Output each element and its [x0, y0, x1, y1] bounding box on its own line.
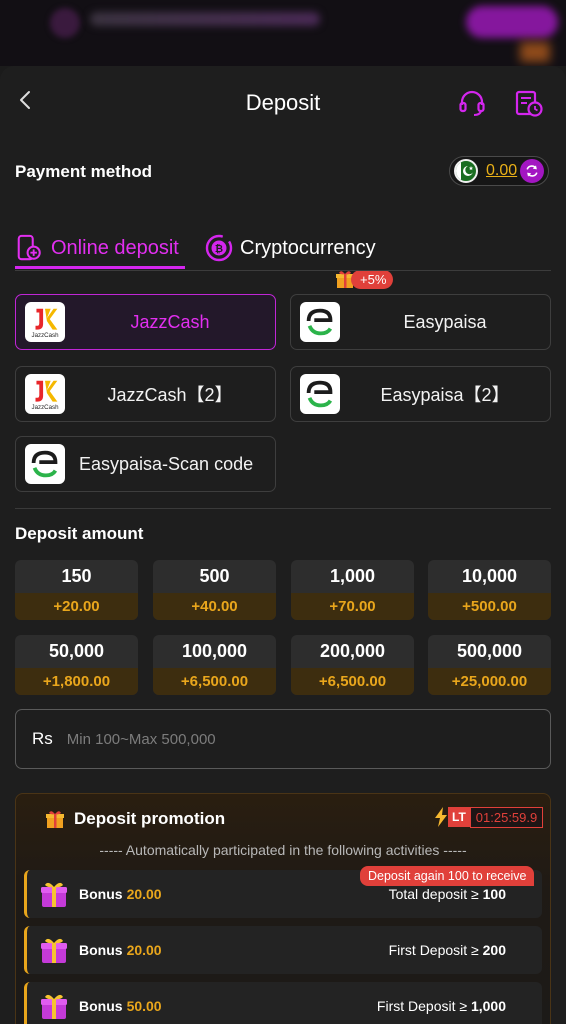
amount-option[interactable]: 50,000 +1,800.00 — [15, 635, 138, 695]
svg-text:JazzCash: JazzCash — [31, 404, 59, 411]
amount-option[interactable]: 150 +20.00 — [15, 560, 138, 620]
amount-option[interactable]: 500,000 +25,000.00 — [428, 635, 551, 695]
crypto-coin-icon: ₿ — [205, 234, 233, 262]
deposit-sheet: Deposit Payment method 0.00 +5% Online d… — [0, 66, 566, 1024]
method-easypaisa-2[interactable]: Easypaisa【2】 — [290, 366, 551, 422]
tab-online-deposit-label: Online deposit — [51, 236, 179, 259]
bonus-value: 20.00 — [126, 886, 162, 902]
gift-icon — [46, 811, 64, 828]
tabs-divider — [15, 270, 551, 271]
amount-value: 150 — [61, 566, 92, 586]
bonus-row: Bonus 20.00 First Deposit ≥ 200 — [24, 926, 542, 974]
amount-bonus: +6,500.00 — [153, 668, 276, 695]
gift-box-icon — [41, 938, 67, 963]
method-jazzcash-label: JazzCash — [130, 311, 210, 332]
gift-box-icon — [41, 882, 67, 907]
amount-bonus: +6,500.00 — [291, 668, 414, 695]
header: Deposit — [0, 66, 566, 140]
balance-amount: 0.00 — [486, 162, 518, 179]
easypaisa-logo — [25, 444, 65, 484]
lt-label: LT — [448, 807, 470, 827]
method-jazzcash-2-label: JazzCash【2】 — [107, 385, 233, 405]
promotion-title-text: Deposit promotion — [74, 809, 226, 828]
method-easypaisa-label: Easypaisa — [403, 311, 487, 332]
method-easypaisa-2-label: Easypaisa【2】 — [380, 385, 510, 405]
bonus-label: Bonus — [79, 886, 123, 902]
method-easypaisa-scan-code[interactable]: Easypaisa-Scan code — [15, 436, 276, 492]
bonus-label: Bonus — [79, 998, 123, 1014]
amount-option[interactable]: 1,000 +70.00 — [291, 560, 414, 620]
promotion-title: Deposit promotion — [44, 808, 225, 830]
amount-value: 10,000 — [461, 566, 518, 586]
amount-option[interactable]: 100,000 +6,500.00 — [153, 635, 276, 695]
headset-icon[interactable] — [457, 88, 487, 118]
bonus-condition: First Deposit ≥ 200 — [388, 942, 506, 958]
method-jazzcash-2[interactable]: JazzCash JazzCash【2】 — [15, 366, 276, 422]
section-divider — [15, 508, 551, 509]
payment-method-label: Payment method — [15, 162, 152, 181]
bonus-value: 20.00 — [126, 942, 162, 958]
amount-value: 100,000 — [181, 641, 248, 661]
amount-bonus: +500.00 — [428, 593, 551, 620]
limited-time-timer: LT 01:25:59.9 — [434, 806, 544, 828]
svg-text:₿: ₿ — [215, 243, 223, 255]
jazzcash-logo: JazzCash — [25, 302, 65, 342]
amount-bonus: +25,000.00 — [428, 668, 551, 695]
amount-input[interactable] — [66, 730, 467, 748]
amount-value: 500,000 — [456, 641, 523, 661]
deposit-again-tip: Deposit again 100 to receive — [360, 866, 535, 886]
gift-box-icon — [41, 994, 67, 1019]
auto-participate-text: ----- Automatically participated in the … — [99, 842, 467, 858]
amount-bonus: +40.00 — [153, 593, 276, 620]
jazzcash-logo: JazzCash — [25, 374, 65, 414]
deposit-amount-label: Deposit amount — [15, 524, 144, 543]
tab-cryptocurrency[interactable]: ₿ Cryptocurrency — [204, 226, 376, 270]
refresh-icon[interactable] — [520, 159, 544, 183]
amount-bonus: +70.00 — [291, 593, 414, 620]
easypaisa-logo — [300, 302, 340, 342]
tab-online-deposit[interactable]: Online deposit — [15, 226, 179, 270]
svg-text:JazzCash: JazzCash — [31, 332, 59, 339]
method-jazzcash[interactable]: JazzCash JazzCash — [15, 294, 276, 350]
bonus-value: 50.00 — [126, 998, 162, 1014]
active-tab-indicator — [15, 266, 185, 269]
countdown-timer: 01:25:59.9 — [469, 806, 544, 828]
history-icon[interactable] — [514, 88, 544, 118]
phone-deposit-icon — [17, 234, 41, 261]
amount-input-field[interactable]: Rs — [15, 709, 551, 769]
deposit-promotion-panel: Deposit promotion LT 01:25:59.9 ----- Au… — [15, 793, 551, 1024]
amount-value: 500 — [199, 566, 230, 586]
tab-cryptocurrency-label: Cryptocurrency — [240, 236, 376, 259]
crypto-bonus-percent: +5% — [351, 269, 394, 289]
amount-value: 1,000 — [329, 566, 376, 586]
amount-bonus: +20.00 — [15, 593, 138, 620]
background-page-strip — [0, 0, 566, 66]
bonus-condition: Total deposit ≥ 100 — [388, 886, 506, 902]
currency-label: Rs — [32, 729, 53, 748]
easypaisa-logo — [300, 374, 340, 414]
lightning-icon — [435, 807, 447, 827]
bonus-condition: First Deposit ≥ 1,000 — [376, 998, 506, 1014]
balance-pill: 0.00 — [449, 156, 549, 186]
bonus-label: Bonus — [79, 942, 123, 958]
method-easypaisa[interactable]: Easypaisa — [290, 294, 551, 350]
deposit-tabs: Online deposit ₿ Cryptocurrency — [0, 216, 566, 272]
amount-option[interactable]: 500 +40.00 — [153, 560, 276, 620]
pakistan-flag-icon — [454, 159, 478, 183]
amount-value: 200,000 — [319, 641, 386, 661]
amount-bonus: +1,800.00 — [15, 668, 138, 695]
amount-option[interactable]: 10,000 +500.00 — [428, 560, 551, 620]
amount-value: 50,000 — [48, 641, 105, 661]
amount-option[interactable]: 200,000 +6,500.00 — [291, 635, 414, 695]
bonus-row: Bonus 50.00 First Deposit ≥ 1,000 — [24, 982, 542, 1024]
method-easypaisa-scan-code-label: Easypaisa-Scan code — [79, 453, 254, 474]
